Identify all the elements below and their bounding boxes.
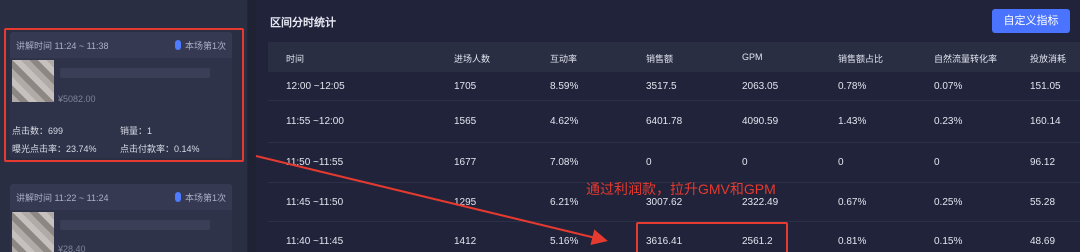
cell-visitors: 1677 [454,157,477,168]
cell-ad-spend: 55.28 [1030,196,1056,208]
column-header-natural-conversion[interactable]: 自然流量转化率 [934,52,997,65]
annotation-text: 通过利润款，拉升GMV和GPM [586,181,776,197]
cell-natural-conversion: 0.25% [934,196,963,208]
product-price: ¥5082.00 [58,94,96,104]
screen: 讲解时间 11:24 ~ 11:38 本场第1次 ¥5082.00 点击数：69… [0,0,1080,252]
cell-natural-conversion: 0.15% [934,236,963,247]
column-header-interaction-rate[interactable]: 互动率 [550,52,577,65]
cell-visitors: 1705 [454,80,477,92]
cell-time: 12:00 ~12:05 [286,80,345,92]
custom-metrics-button[interactable]: 自定义指标 [992,9,1070,33]
product-thumbnail[interactable] [12,212,54,252]
product-title-blurred [60,220,210,230]
cell-sales-share: 0.78% [838,80,867,92]
table-row[interactable]: 11:55 ~12:00 1565 4.62% 6401.78 4090.59 1.43%… [268,101,1080,143]
cell-sales: 6401.78 [646,116,683,127]
cell-visitors: 1412 [454,236,477,247]
explain-card-header: 讲解时间 11:24 ~ 11:38 本场第1次 [10,32,232,58]
cell-ad-spend: 151.05 [1030,80,1061,92]
cell-natural-conversion: 0 [934,157,940,168]
page-title: 区间分时统计 [270,17,336,29]
stat-exposure-ctr: 曝光点击率：23.74% [12,144,97,154]
column-header-time[interactable]: 时间 [286,52,304,65]
column-header-visitors[interactable]: 进场人数 [454,52,490,65]
table-row[interactable]: 12:00 ~12:05 1705 8.59% 3517.5 2063.05 0.78% 0… [268,72,1080,101]
cell-visitors: 1295 [454,196,477,208]
cell-sales: 0 [646,157,652,168]
cell-ad-spend: 96.12 [1030,157,1056,168]
explain-count-badge: 本场第1次 [184,40,226,51]
cell-sales-share: 1.43% [838,116,867,127]
product-thumbnail[interactable] [12,60,54,102]
cell-ad-spend: 160.14 [1030,116,1061,127]
cell-time: 11:40 ~11:45 [286,236,344,247]
cell-ad-spend: 48.69 [1030,236,1056,247]
cell-gpm: 4090.59 [742,116,779,127]
cell-time: 11:55 ~12:00 [286,116,344,127]
cell-visitors: 1565 [454,116,477,127]
cell-gpm: 2063.05 [742,80,779,92]
cell-natural-conversion: 0.23% [934,116,963,127]
cell-interaction-rate: 5.16% [550,236,579,247]
product-price: ¥28.40 [58,244,86,252]
explain-card-2[interactable]: 讲解时间 11:22 ~ 11:24 本场第1次 ¥28.40 [10,184,232,252]
product-title-blurred [60,68,210,78]
table-row[interactable]: 11:50 ~11:55 1677 7.08% 0 0 0 0 96.12 [268,143,1080,183]
cell-natural-conversion: 0.07% [934,80,963,92]
explain-time-label: 讲解时间 11:24 ~ 11:38 [16,40,109,51]
column-header-sales[interactable]: 销售额 [646,52,673,65]
cell-sales-share: 0 [838,157,844,168]
column-header-sales-share[interactable]: 销售额占比 [838,52,883,65]
cell-interaction-rate: 7.08% [550,157,579,168]
interval-stats-panel: 区间分时统计 自定义指标 时间 进场人数 互动率 销售额 GPM 销售额占比 自… [256,0,1080,252]
table-header: 时间 进场人数 互动率 销售额 GPM 销售额占比 自然流量转化率 投放消耗 [268,42,1080,72]
highlight-box-gmv-gpm [636,222,788,252]
cell-time: 11:50 ~11:55 [286,157,344,168]
microphone-icon [174,40,181,50]
stat-click-pay-rate: 点击付款率：0.14% [120,144,200,154]
cell-sales-share: 0.81% [838,236,867,247]
cell-gpm: 0 [742,157,748,168]
stat-clicks: 点击数：699 [12,126,64,136]
cell-interaction-rate: 4.62% [550,116,579,127]
column-header-gpm[interactable]: GPM [742,52,763,62]
cell-sales: 3517.5 [646,80,677,92]
stat-sales: 销量：1 [120,126,153,136]
cell-interaction-rate: 8.59% [550,80,579,92]
cell-sales-share: 0.67% [838,196,867,208]
cell-time: 11:45 ~11:50 [286,196,344,208]
microphone-icon [174,192,181,202]
product-explain-panel: 讲解时间 11:24 ~ 11:38 本场第1次 ¥5082.00 点击数：69… [0,0,248,252]
cell-interaction-rate: 6.21% [550,196,579,208]
explain-time-label: 讲解时间 11:22 ~ 11:24 [16,192,109,203]
explain-card-header: 讲解时间 11:22 ~ 11:24 本场第1次 [10,184,232,210]
explain-count-badge: 本场第1次 [184,192,226,203]
column-header-ad-spend[interactable]: 投放消耗 [1030,52,1066,65]
explain-card-1[interactable]: 讲解时间 11:24 ~ 11:38 本场第1次 ¥5082.00 点击数：69… [10,32,232,158]
